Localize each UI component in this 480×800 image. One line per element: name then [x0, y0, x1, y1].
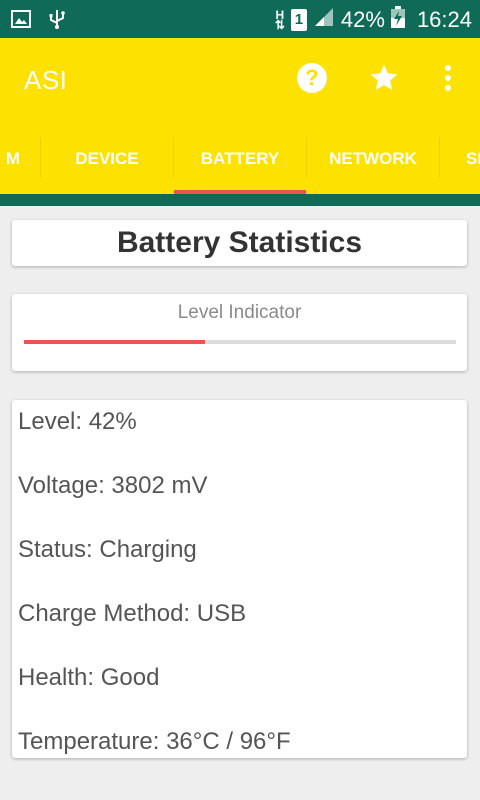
clock: 16:24: [416, 6, 472, 32]
overflow-menu-button[interactable]: [428, 60, 468, 100]
header-divider: [0, 194, 480, 206]
svg-text:?: ?: [305, 65, 318, 90]
level-indicator-label: Level Indicator: [177, 302, 302, 323]
stat-status: Status: Charging: [18, 536, 197, 563]
level-progress-track: [24, 340, 456, 344]
stat-health: Health: Good: [18, 664, 160, 691]
tab-system[interactable]: M: [0, 124, 20, 194]
image-icon: [10, 8, 32, 30]
tab-bar: M DEVICE BATTERY NETWORK SE: [0, 124, 480, 194]
help-icon: ?: [296, 62, 328, 99]
status-bar: H ⇅ 1 42% 16:24: [0, 0, 480, 38]
tab-battery[interactable]: BATTERY: [174, 124, 306, 194]
page-title: Battery Statistics: [116, 226, 363, 259]
battery-stats-header-card: Battery Statistics: [12, 220, 467, 266]
star-icon: [368, 62, 400, 99]
tab-network[interactable]: NETWORK: [307, 124, 439, 194]
help-button[interactable]: ?: [292, 60, 332, 100]
stat-voltage: Voltage: 3802 mV: [18, 472, 208, 499]
network-h-icon: H ⇅: [274, 7, 285, 32]
tab-device[interactable]: DEVICE: [41, 124, 173, 194]
favorite-button[interactable]: [364, 60, 404, 100]
usb-icon: [46, 8, 68, 30]
stat-temperature: Temperature: 36°C / 96°F: [18, 728, 291, 755]
stat-level: Level: 42%: [18, 408, 137, 435]
battery-percent: 42%: [340, 6, 385, 32]
battery-charging-icon: [390, 6, 405, 33]
level-indicator-card: Level Indicator: [12, 294, 467, 371]
signal-icon: [313, 6, 335, 33]
battery-stats-list: Level: 42% Voltage: 3802 mV Status: Char…: [12, 400, 467, 758]
more-vert-icon: [444, 64, 452, 97]
sim-1-icon: 1: [290, 8, 307, 31]
stat-charge-method: Charge Method: USB: [18, 600, 247, 627]
tab-sensors[interactable]: SE: [440, 124, 480, 194]
app-title: ASI: [24, 65, 68, 95]
app-bar: ASI ?: [0, 38, 480, 124]
level-progress-fill: [24, 340, 206, 344]
